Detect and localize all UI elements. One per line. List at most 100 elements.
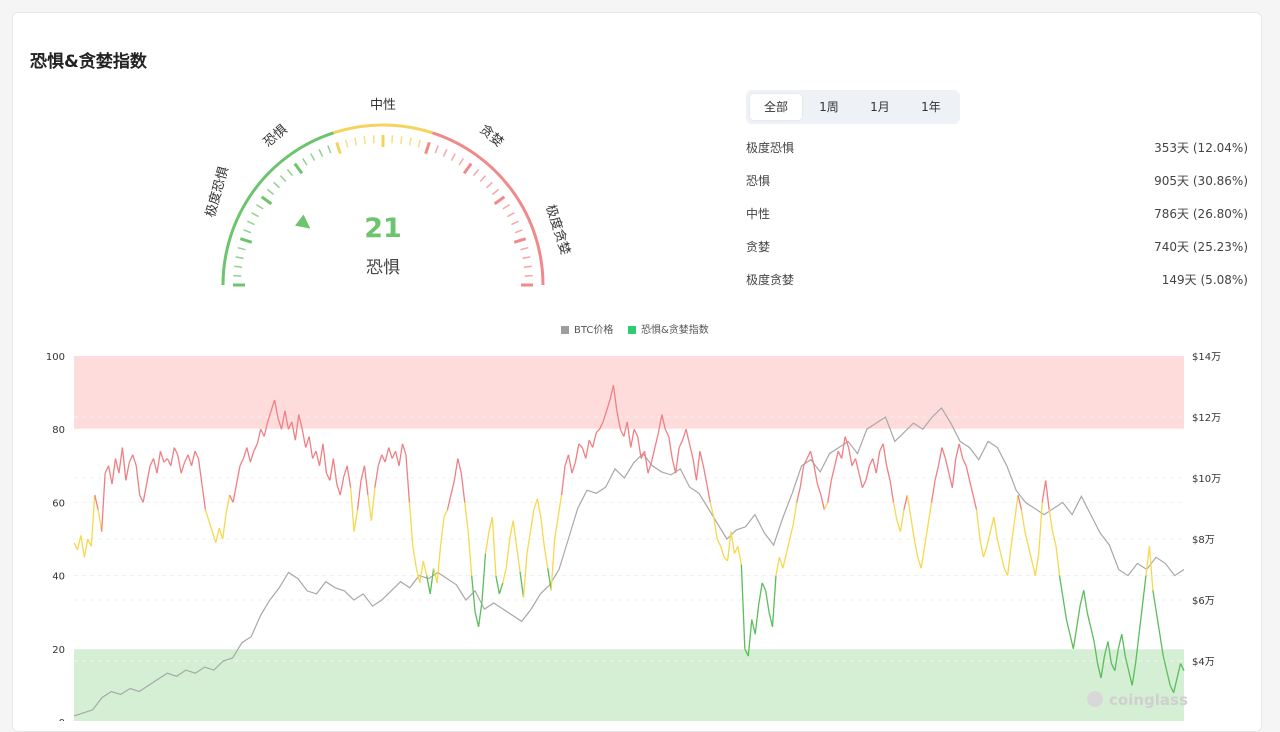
- fear-greed-segment: [695, 451, 701, 481]
- fear-greed-segment: [643, 451, 649, 474]
- fear-greed-segment: [460, 473, 466, 503]
- fear-greed-segment: [152, 458, 158, 474]
- fear-greed-segment: [370, 487, 376, 521]
- fear-greed-segment: [436, 546, 442, 583]
- fear-greed-segment: [764, 590, 770, 613]
- fear-greed-segment: [1058, 575, 1064, 598]
- fear-greed-segment: [253, 443, 258, 452]
- fear-greed-segment: [550, 538, 556, 591]
- fear-greed-segment: [996, 538, 1002, 554]
- fear-greed-segment: [737, 546, 743, 565]
- fear-greed-segment: [1034, 553, 1040, 576]
- fear-greed-segment: [163, 458, 168, 463]
- fear-greed-segment: [218, 527, 224, 540]
- fear-greed-segment: [391, 450, 397, 459]
- fear-greed-segment: [197, 458, 203, 485]
- fear-greed-segment: [896, 520, 902, 532]
- fear-greed-segment: [377, 454, 383, 466]
- fear-greed-segment: [1145, 546, 1151, 576]
- fear-greed-segment: [353, 509, 359, 532]
- fear-greed-segment: [910, 516, 915, 540]
- fear-greed-segment: [339, 476, 345, 496]
- fear-greed-segment: [858, 472, 864, 488]
- fear-greed-segment: [574, 443, 580, 463]
- fear-greed-segment: [484, 531, 490, 554]
- fear-greed-history-chart: 020406080100$4万$6万$8万$10万$12万$14万coingla…: [46, 352, 1221, 721]
- fear-greed-segment: [194, 450, 200, 459]
- fear-greed-segment: [363, 465, 369, 496]
- fear-greed-segment: [336, 483, 341, 496]
- fear-greed-segment: [481, 553, 487, 602]
- fear-greed-segment: [768, 612, 774, 627]
- fear-greed-segment: [329, 458, 334, 481]
- fear-greed-segment: [239, 458, 245, 467]
- fear-greed-segment: [512, 520, 518, 547]
- fear-greed-segment: [637, 436, 642, 459]
- y-left-tick-label: 80: [52, 425, 65, 436]
- fear-greed-segment: [139, 494, 144, 503]
- watermark-text: coinglass: [1109, 691, 1188, 709]
- y-left-tick-label: 100: [46, 352, 65, 363]
- fear-greed-segment: [751, 619, 756, 635]
- fear-greed-segment: [412, 546, 417, 569]
- fear-greed-segment: [917, 557, 922, 569]
- fear-greed-segment: [142, 483, 148, 503]
- fear-greed-segment: [204, 509, 210, 521]
- fear-greed-segment: [256, 429, 262, 444]
- fear-greed-segment: [173, 447, 179, 456]
- fear-greed-segment: [232, 483, 238, 503]
- fear-greed-segment: [477, 601, 483, 627]
- fear-greed-segment: [778, 557, 784, 569]
- fear-greed-segment: [1079, 590, 1085, 606]
- fear-greed-segment: [184, 454, 189, 463]
- fear-greed-segment: [76, 535, 82, 551]
- fear-greed-segment: [533, 498, 538, 510]
- fear-greed-segment: [491, 517, 497, 576]
- fear-greed-segment: [215, 527, 220, 543]
- fear-greed-segment: [592, 432, 597, 448]
- y-left-tick-label: 20: [52, 645, 65, 656]
- fear-greed-segment: [837, 450, 843, 459]
- fear-greed-segment: [125, 462, 130, 481]
- fear-greed-segment: [968, 480, 974, 496]
- fear-greed-segment: [101, 473, 106, 532]
- fear-greed-segment: [702, 465, 708, 485]
- chart-band: [74, 356, 1184, 430]
- fear-greed-segment: [775, 557, 781, 576]
- fear-greed-segment: [1027, 546, 1033, 562]
- fear-greed-segment: [678, 439, 684, 448]
- fear-greed-segment: [809, 451, 815, 466]
- fear-greed-segment: [688, 443, 694, 459]
- fear-greed-segment: [595, 428, 601, 434]
- y-left-tick-label: 60: [52, 498, 65, 509]
- fear-greed-segment: [1076, 604, 1081, 627]
- fear-greed-segment: [1031, 560, 1036, 576]
- fear-greed-segment: [647, 461, 653, 474]
- fear-greed-segment: [847, 447, 853, 466]
- fear-greed-segment: [135, 465, 141, 496]
- fear-greed-segment: [1083, 590, 1088, 613]
- fear-greed-segment: [955, 443, 960, 459]
- y-right-tick-label: $6万: [1192, 596, 1215, 607]
- fear-greed-segment: [349, 487, 355, 532]
- fear-greed-segment: [114, 458, 120, 474]
- fear-greed-segment: [934, 465, 940, 481]
- fear-greed-segment: [235, 465, 241, 485]
- fear-greed-segment: [758, 582, 763, 605]
- fear-greed-segment: [1048, 509, 1054, 532]
- fear-greed-segment: [225, 494, 231, 514]
- fear-greed-segment: [121, 447, 127, 481]
- fear-greed-segment: [1020, 509, 1026, 532]
- fear-greed-segment: [356, 480, 362, 510]
- fear-greed-segment: [405, 454, 411, 503]
- fear-greed-segment: [222, 513, 227, 540]
- fear-greed-segment: [315, 451, 321, 466]
- fear-greed-segment: [927, 502, 933, 525]
- fear-greed-segment: [861, 480, 867, 489]
- fear-greed-segment: [796, 487, 801, 503]
- fear-greed-segment: [159, 450, 165, 463]
- fear-greed-segment: [1065, 619, 1071, 635]
- fear-greed-segment: [443, 509, 449, 518]
- fear-greed-segment: [509, 520, 514, 540]
- fear-greed-segment: [792, 502, 798, 525]
